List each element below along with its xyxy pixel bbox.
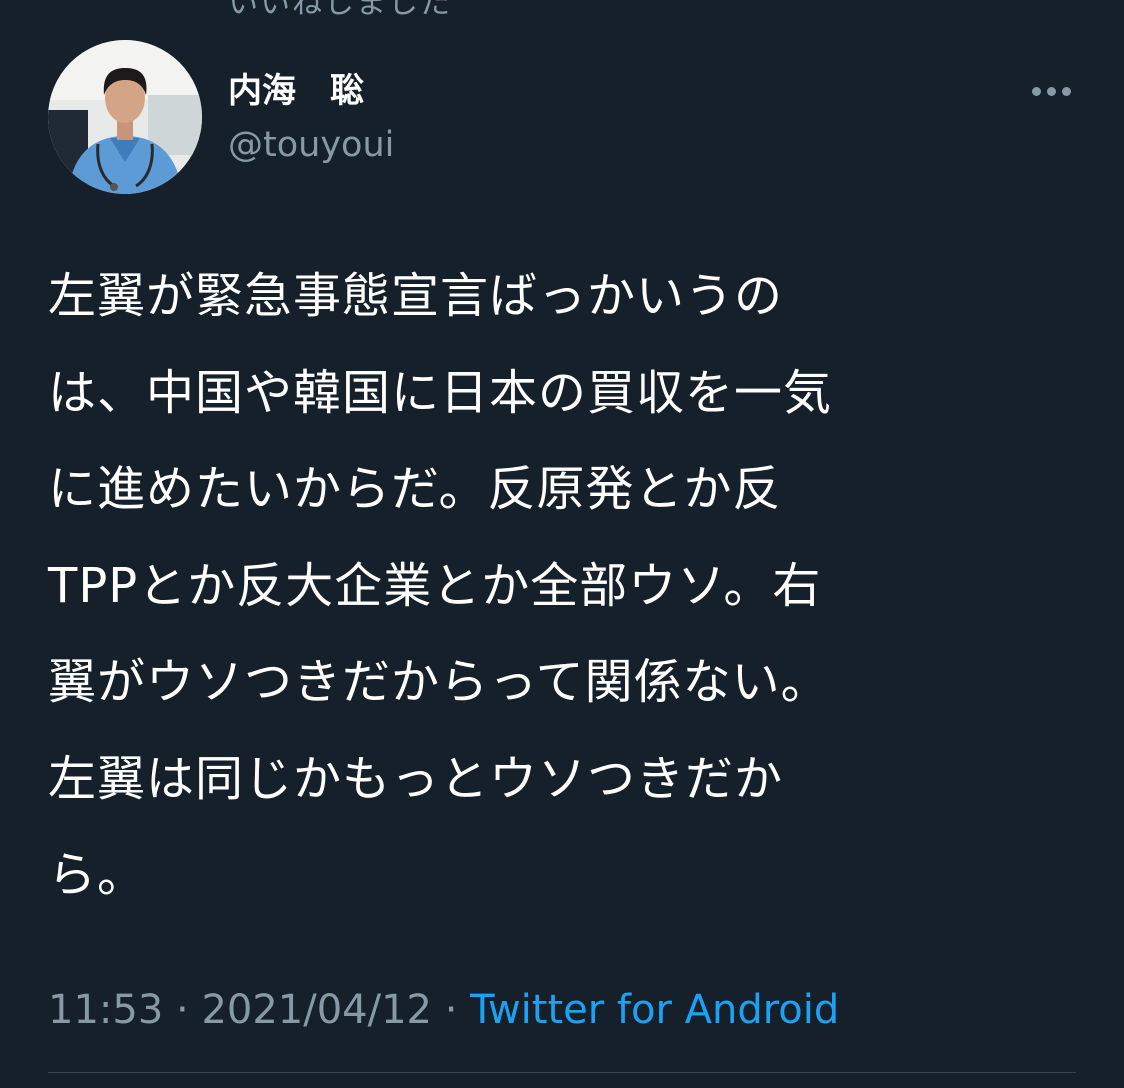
tweet-line: 翼がウソつきだからって関係ない。 <box>48 654 830 710</box>
doctor-avatar-image <box>48 40 202 194</box>
dot <box>1061 86 1071 96</box>
tweet-text: 左翼が緊急事態宣言ばっかいうの は、中国や韓国に日本の買収を一気 に進めたいから… <box>48 248 1048 924</box>
more-dots-icon[interactable] <box>1024 78 1078 104</box>
tweet-time: 11:53 <box>48 987 164 1033</box>
meta-separator: · <box>431 987 471 1033</box>
avatar[interactable] <box>48 40 202 194</box>
tweet-date: 2021/04/12 <box>201 987 432 1033</box>
tweet-line: ら。 <box>48 847 147 903</box>
tweet-line: TPPとか反大企業とか全部ウソ。右 <box>48 557 822 614</box>
liked-by-header: いいねしました <box>228 0 452 21</box>
tweet-line: 左翼が緊急事態宣言ばっかいうの <box>48 268 784 324</box>
meta-separator: · <box>163 987 202 1033</box>
tweet-meta: 11:53 · 2021/04/12 · Twitter for Android <box>48 984 839 1036</box>
tweet-line: に進めたいからだ。反原発とか反 <box>48 461 782 517</box>
author-handle[interactable]: @touyoui <box>228 124 394 166</box>
divider <box>48 1072 1076 1073</box>
tweet-source-link[interactable]: Twitter for Android <box>470 987 839 1033</box>
author-name[interactable]: 内海 聡 <box>228 70 364 112</box>
tweet-line: は、中国や韓国に日本の買収を一気 <box>48 364 833 421</box>
dot <box>1046 86 1056 96</box>
tweet-line: 左翼は同じかもっとウソつきだか <box>48 750 784 807</box>
dot <box>1031 86 1041 96</box>
